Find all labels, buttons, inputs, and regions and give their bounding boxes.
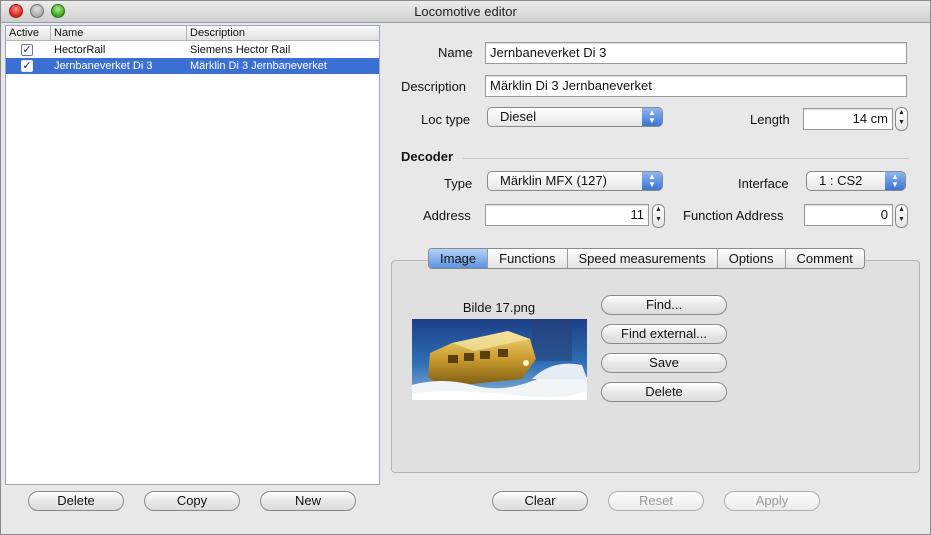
new-locomotive-button[interactable]: New: [260, 491, 356, 511]
table-row[interactable]: ✓ HectorRail Siemens Hector Rail: [6, 42, 379, 58]
tab-comment[interactable]: Comment: [786, 249, 864, 268]
interface-label: Interface: [738, 176, 789, 191]
address-field[interactable]: 11: [485, 204, 649, 226]
decoder-divider: [463, 158, 909, 159]
loc-type-value: Diesel: [500, 109, 537, 124]
chevron-updown-icon: ▲ ▼: [885, 172, 905, 190]
locomotive-table[interactable]: Active Name Description ✓ HectorRail Sie…: [5, 25, 380, 485]
save-image-button[interactable]: Save: [601, 353, 727, 373]
window-title: Locomotive editor: [414, 4, 517, 19]
locomotive-editor-window: Locomotive editor Active Name Descriptio…: [0, 0, 931, 535]
tab-options[interactable]: Options: [718, 249, 786, 268]
address-label: Address: [423, 208, 471, 223]
length-label: Length: [750, 112, 790, 127]
row-name: HectorRail: [54, 44, 106, 56]
loc-type-select[interactable]: Diesel ▲ ▼: [487, 107, 663, 127]
title-bar[interactable]: Locomotive editor: [1, 1, 930, 23]
locomotive-image: [412, 319, 587, 400]
interface-value: 1 : CS2: [819, 173, 863, 188]
tab-speed-measurements[interactable]: Speed measurements: [568, 249, 718, 268]
chevron-updown-icon: ▲ ▼: [642, 108, 662, 126]
clear-button[interactable]: Clear: [492, 491, 588, 511]
table-header: Active Name Description: [6, 26, 379, 41]
length-field[interactable]: 14 cm: [803, 108, 893, 130]
address-stepper[interactable]: ▲ ▼: [652, 204, 665, 228]
tab-image[interactable]: Image: [429, 249, 489, 268]
decoder-type-label: Type: [444, 176, 473, 191]
name-label: Name: [438, 45, 473, 60]
decoder-type-value: Märklin MFX (127): [500, 173, 607, 188]
column-header-description[interactable]: Description: [187, 26, 379, 41]
description-field[interactable]: Märklin Di 3 Jernbaneverket: [485, 75, 907, 97]
length-stepper[interactable]: ▲ ▼: [895, 107, 908, 131]
interface-select[interactable]: 1 : CS2 ▲ ▼: [806, 171, 906, 191]
description-label: Description: [401, 79, 467, 94]
delete-locomotive-button[interactable]: Delete: [28, 491, 124, 511]
apply-button[interactable]: Apply: [724, 491, 820, 511]
delete-image-button[interactable]: Delete: [601, 382, 727, 402]
active-checkbox[interactable]: ✓: [21, 44, 33, 56]
name-field[interactable]: Jernbaneverket Di 3: [485, 42, 907, 64]
tab-bar: Image Functions Speed measurements Optio…: [428, 248, 865, 269]
function-address-stepper[interactable]: ▲ ▼: [895, 204, 908, 228]
reset-button[interactable]: Reset: [608, 491, 704, 511]
image-filename: Bilde 17.png: [462, 300, 536, 315]
decoder-type-select[interactable]: Märklin MFX (127) ▲ ▼: [487, 171, 663, 191]
column-header-name[interactable]: Name: [51, 26, 187, 41]
loc-type-label: Loc type: [421, 112, 471, 127]
find-image-button[interactable]: Find...: [601, 295, 727, 315]
function-address-field[interactable]: 0: [804, 204, 893, 226]
column-header-active[interactable]: Active: [6, 26, 51, 41]
row-name: Jernbaneverket Di 3: [54, 60, 153, 72]
copy-locomotive-button[interactable]: Copy: [144, 491, 240, 511]
chevron-updown-icon: ▲ ▼: [642, 172, 662, 190]
row-description: Märklin Di 3 Jernbaneverket: [190, 60, 327, 72]
table-row[interactable]: ✓ Jernbaneverket Di 3 Märklin Di 3 Jernb…: [6, 58, 379, 74]
row-description: Siemens Hector Rail: [190, 44, 291, 56]
active-checkbox[interactable]: ✓: [21, 60, 33, 72]
decoder-section-title: Decoder: [401, 149, 454, 164]
find-external-image-button[interactable]: Find external...: [601, 324, 727, 344]
function-address-label: Function Address: [683, 208, 784, 223]
tab-functions[interactable]: Functions: [488, 249, 568, 268]
